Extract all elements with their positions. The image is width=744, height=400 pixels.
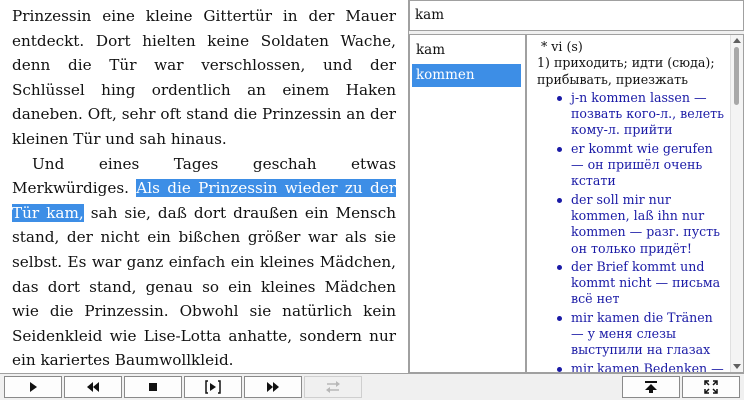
bullet-icon <box>557 315 562 321</box>
stop-button[interactable] <box>124 376 182 398</box>
repeat-icon <box>326 381 340 393</box>
dictionary-panel: kam kam kommen * vi (s) 1) приходить; ид… <box>409 0 744 373</box>
sentence[interactable]: sah sie, daß dort draußen ein Mensch sta… <box>12 204 396 370</box>
play-sentence-button[interactable] <box>184 376 242 398</box>
word-list-item[interactable]: kam <box>412 39 521 62</box>
example-list: j-n kommen lassen — позвать кого-л., вел… <box>537 90 727 372</box>
fast-forward-icon <box>267 382 279 392</box>
sense-number: 1) <box>537 55 550 71</box>
example-item: mir kamen die Tränen — у меня слезы выст… <box>555 310 727 359</box>
fullscreen-button[interactable] <box>682 376 740 398</box>
top-button[interactable] <box>622 376 680 398</box>
scroll-thumb[interactable] <box>734 47 739 105</box>
playback-toolbar <box>0 373 744 400</box>
example-item: der soll mir nur kommen, laß ihn nur kom… <box>555 192 727 257</box>
repeat-button[interactable] <box>304 376 362 398</box>
article-scrollbar[interactable] <box>730 35 743 372</box>
dictionary-article: * vi (s) 1) приходить; идти (сюда); приб… <box>526 34 744 373</box>
paragraph: Und eines Tages geschah etwas Merkwürdig… <box>12 152 396 373</box>
rewind-button[interactable] <box>64 376 122 398</box>
reader-pane[interactable]: Prinzessin eine kleine Gittertür in der … <box>0 0 409 373</box>
to-top-icon <box>645 381 657 393</box>
scroll-down-icon[interactable] <box>733 364 741 369</box>
word-list[interactable]: kam kommen <box>409 34 526 373</box>
reader-text[interactable]: Prinzessin eine kleine Gittertür in der … <box>0 0 408 373</box>
bullet-icon <box>557 264 562 270</box>
scroll-up-icon[interactable] <box>733 38 741 43</box>
paragraph: Prinzessin eine kleine Gittertür in der … <box>12 7 396 148</box>
stop-icon <box>149 383 157 391</box>
dictionary-search-input[interactable]: kam <box>409 0 744 31</box>
grammar-note: * vi (s) <box>541 39 583 54</box>
word-list-item-selected[interactable]: kommen <box>412 64 521 87</box>
fast-forward-button[interactable] <box>244 376 302 398</box>
play-icon <box>30 382 37 392</box>
bullet-icon <box>557 146 562 152</box>
bullet-icon <box>557 366 562 372</box>
expand-icon <box>704 380 718 394</box>
rewind-icon <box>87 382 99 392</box>
bullet-icon <box>557 197 562 203</box>
sense-text: приходить; идти (сюда); прибывать, приез… <box>537 55 715 87</box>
sense: 1) приходить; идти (сюда); прибывать, пр… <box>537 55 727 88</box>
bullet-icon <box>557 95 562 101</box>
example-item: mir kamen Bedenken — <box>555 361 727 372</box>
example-item: der Brief kommt und kommt nicht — письма… <box>555 259 727 308</box>
example-item: j-n kommen lassen — позвать кого-л., вел… <box>555 90 727 139</box>
play-sentence-icon <box>205 380 221 394</box>
example-item: er kommt wie gerufen — он пришёл очень к… <box>555 141 727 190</box>
play-button[interactable] <box>4 376 62 398</box>
